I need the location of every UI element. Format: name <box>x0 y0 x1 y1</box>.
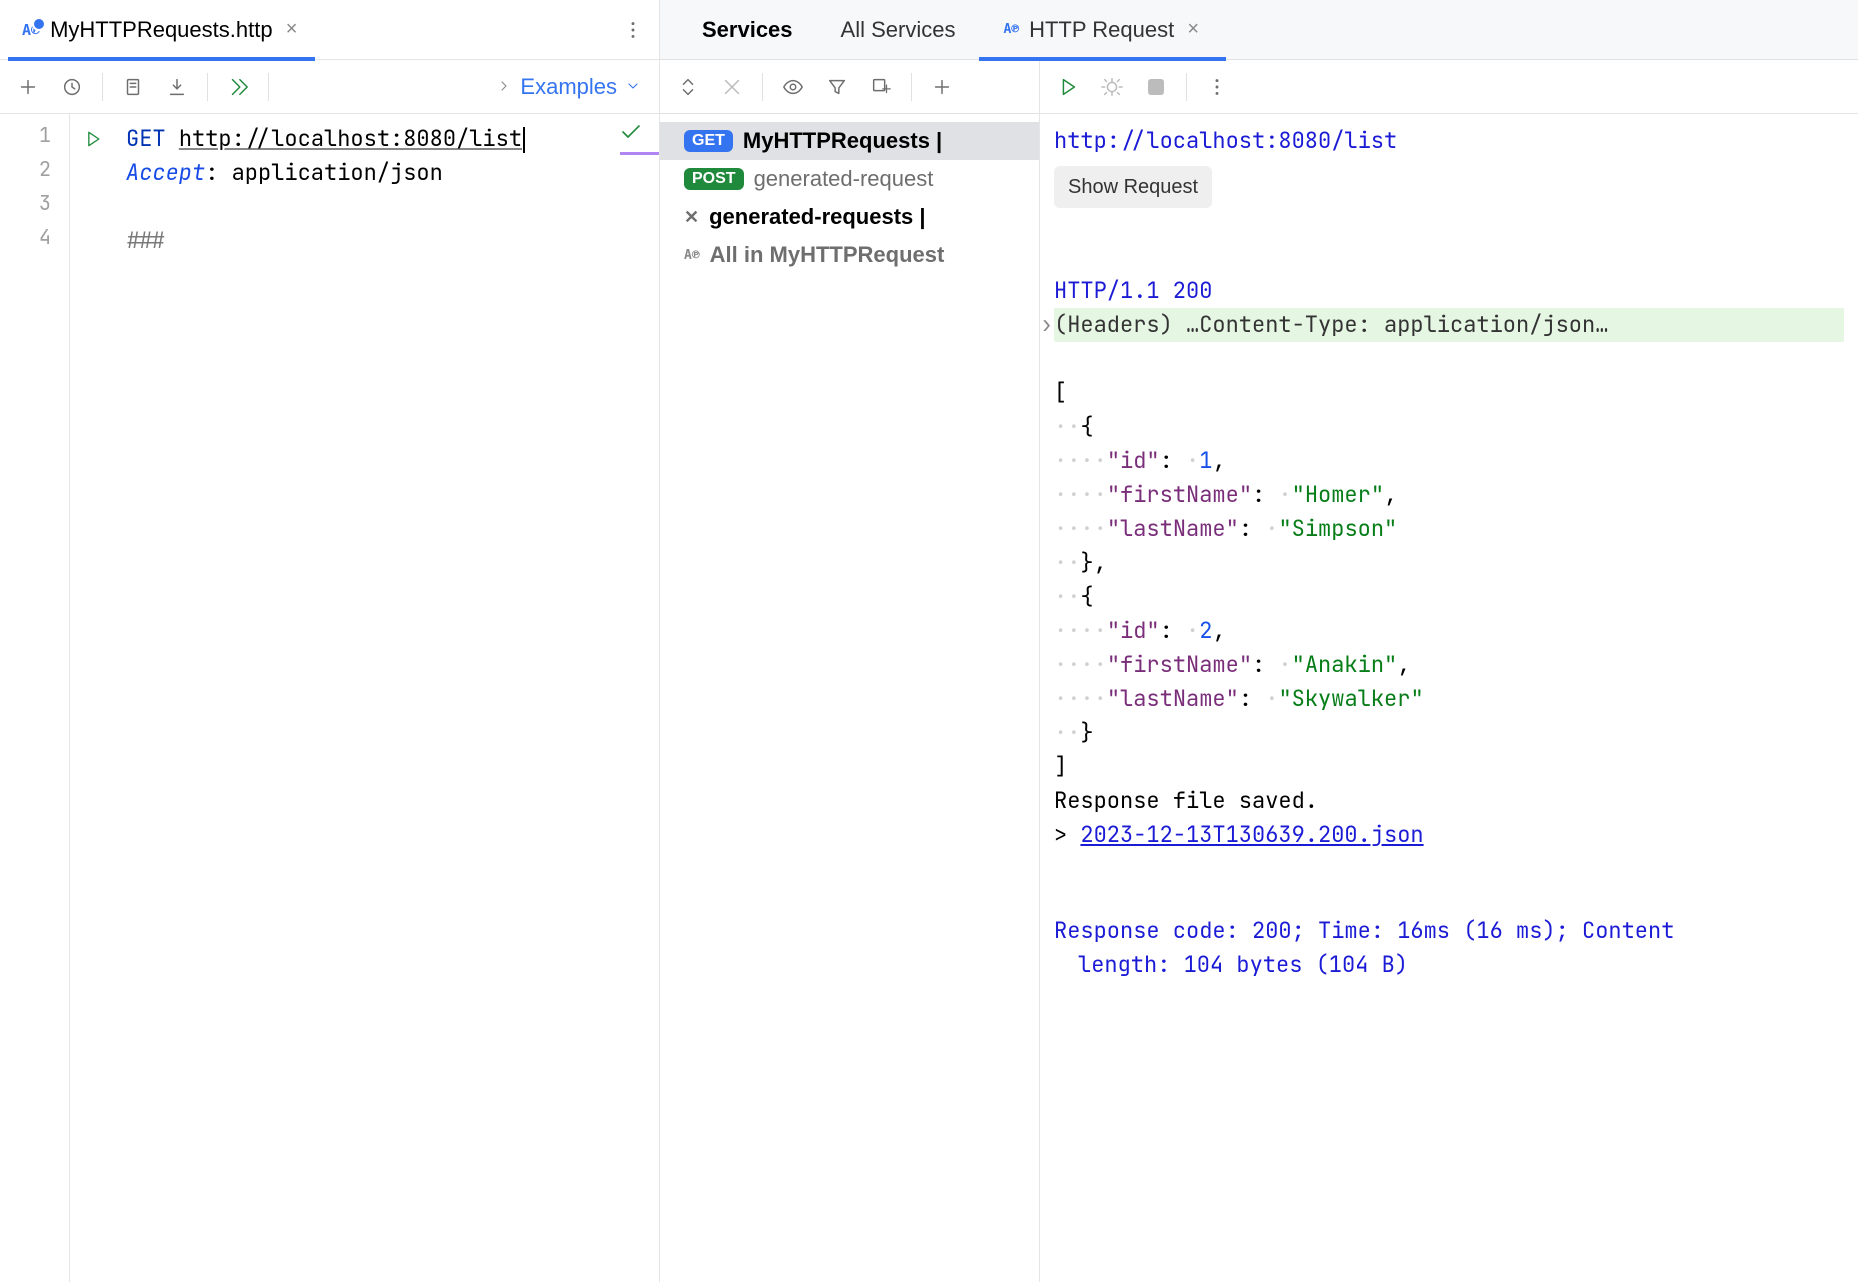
editor-text[interactable]: GET http://localhost:8080/list Accept: a… <box>116 114 659 1282</box>
tab-all-services[interactable]: All Services <box>817 0 980 60</box>
rerun-icon[interactable] <box>1050 69 1086 105</box>
request-url: http://localhost:8080/list <box>1054 126 1397 155</box>
header-name: Accept <box>126 158 205 187</box>
toolbar-separator <box>911 73 912 101</box>
expand-collapse-icon[interactable] <box>670 69 706 105</box>
method-badge-get: GET <box>684 130 733 152</box>
examples-dropdown[interactable]: Examples <box>496 74 649 100</box>
stop-icon[interactable] <box>1138 69 1174 105</box>
file-tab-label: MyHTTPRequests.http <box>50 17 273 43</box>
separator: ### <box>126 226 166 255</box>
text-cursor <box>523 127 525 153</box>
collapse-icon[interactable] <box>714 69 750 105</box>
inspection-ok-icon[interactable] <box>619 120 643 154</box>
show-request-button[interactable]: Show Request <box>1054 166 1212 208</box>
scratch-file-icon[interactable] <box>115 69 151 105</box>
http-method: GET <box>126 124 166 153</box>
response-saved-label: Response file saved. <box>1054 784 1844 818</box>
response-detail: http://localhost:8080/list Show Request … <box>1040 60 1858 1282</box>
list-item[interactable]: POST generated-request <box>660 160 1039 198</box>
tab-services[interactable]: Services <box>678 0 817 60</box>
import-icon[interactable] <box>159 69 195 105</box>
request-history-list: GET MyHTTPRequests | POST generated-requ… <box>660 114 1040 274</box>
tab-http-request[interactable]: A℗ HTTP Request × <box>979 0 1226 60</box>
list-item[interactable]: A℗ All in MyHTTPRequest <box>660 236 1039 274</box>
tab-overflow-menu[interactable] <box>615 12 651 48</box>
http-status-line: HTTP/1.1 200 <box>1054 274 1212 308</box>
line-number: 4 <box>0 224 69 258</box>
debug-icon[interactable] <box>1094 69 1130 105</box>
editor-pane: A℗ MyHTTPRequests.http × <box>0 0 660 1282</box>
tab-active-indicator <box>979 57 1226 61</box>
services-content: GET MyHTTPRequests | POST generated-requ… <box>660 60 1858 1282</box>
list-item[interactable]: ✕ generated-requests | <box>660 198 1039 236</box>
failed-icon: ✕ <box>684 207 699 228</box>
editor-tab-bar: A℗ MyHTTPRequests.http × <box>0 0 659 60</box>
toolbar-separator <box>207 73 208 101</box>
toolbar-separator <box>1186 73 1187 101</box>
new-query-icon[interactable] <box>863 69 899 105</box>
examples-label: Examples <box>520 74 617 100</box>
run-all-icon[interactable] <box>220 69 256 105</box>
editor-area[interactable]: 1 2 3 4 GET http://localhost:8080/list A… <box>0 114 659 1282</box>
http-url[interactable]: http://localhost:8080/list <box>179 124 522 153</box>
editor-toolbar: Examples <box>0 60 659 114</box>
services-pane: Services All Services A℗ HTTP Request × <box>660 0 1858 1282</box>
services-tab-bar: Services All Services A℗ HTTP Request × <box>660 0 1858 60</box>
tab-label: Services <box>702 17 793 43</box>
header-value: application/json <box>232 158 443 187</box>
chevron-right-icon <box>496 74 512 100</box>
line-number: 2 <box>0 156 69 190</box>
line-number-gutter: 1 2 3 4 <box>0 114 70 1282</box>
history-icon[interactable] <box>54 69 90 105</box>
tab-label: HTTP Request <box>1029 17 1174 43</box>
line-number: 1 <box>0 122 69 156</box>
list-item-label: generated-requests | <box>709 204 925 230</box>
list-item-label: All in MyHTTPRequest <box>710 242 945 268</box>
chevron-down-icon <box>625 74 641 100</box>
toolbar-separator <box>268 73 269 101</box>
view-icon[interactable] <box>775 69 811 105</box>
add-icon[interactable] <box>924 69 960 105</box>
json-response-body: [··{····"id": ·1,····"firstName": ·"Home… <box>1054 376 1844 784</box>
chevron-right-icon[interactable]: › <box>1040 308 1053 342</box>
method-badge-post: POST <box>684 168 744 190</box>
list-item-label: MyHTTPRequests | <box>743 128 942 154</box>
toolbar-separator <box>762 73 763 101</box>
more-actions-icon[interactable] <box>1199 69 1235 105</box>
tab-active-indicator <box>8 57 315 61</box>
tab-label: All Services <box>841 17 956 43</box>
services-list-toolbar <box>660 60 1039 114</box>
list-item[interactable]: GET MyHTTPRequests | <box>660 122 1039 160</box>
run-gutter <box>70 114 116 1282</box>
file-tab[interactable]: A℗ MyHTTPRequests.http × <box>8 0 315 60</box>
response-meta: Response code: 200; Time: 16ms (16 ms); … <box>1054 914 1674 948</box>
list-item-label: generated-request <box>754 166 934 192</box>
response-meta: length: 104 bytes (104 B) <box>1054 948 1408 982</box>
response-headers[interactable]: › (Headers) …Content-Type: application/j… <box>1054 308 1844 342</box>
response-body[interactable]: http://localhost:8080/list Show Request … <box>1040 114 1858 1282</box>
toolbar-separator <box>102 73 103 101</box>
http-file-icon: A℗ <box>684 248 700 263</box>
close-tab-icon[interactable]: × <box>1184 18 1202 41</box>
close-tab-icon[interactable]: × <box>283 18 301 41</box>
response-file-link[interactable]: 2023-12-13T130639.200.json <box>1080 820 1423 849</box>
http-file-icon: A℗ <box>22 21 40 39</box>
run-line-icon[interactable] <box>70 122 116 156</box>
http-request-icon: A℗ <box>1003 22 1019 37</box>
filter-icon[interactable] <box>819 69 855 105</box>
add-request-icon[interactable] <box>10 69 46 105</box>
line-number: 3 <box>0 190 69 224</box>
response-toolbar <box>1040 60 1858 114</box>
